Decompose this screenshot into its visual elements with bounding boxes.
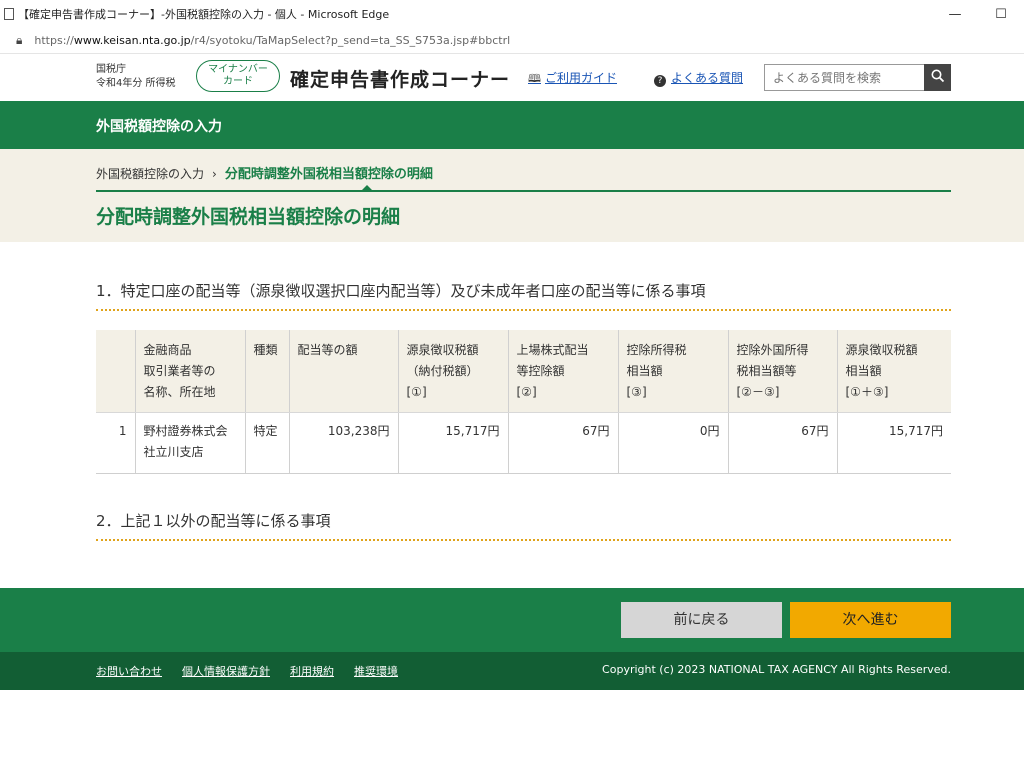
footer-link-contact[interactable]: お問い合わせ [96,665,162,678]
table-row: 1 野村證券株式会 社立川支店 特定 103,238円 15,717円 67円 0… [96,412,951,474]
breadcrumb: 外国税額控除の入力 › 分配時調整外国税相当額控除の明細 [96,163,433,182]
institution-name: 野村證券株式会 社立川支店 [134,412,245,474]
copyright: Copyright (c) 2023 NATIONAL TAX AGENCY A… [602,663,951,676]
header-income-tax-equiv: 控除所得税 相当額 [③] [617,330,728,413]
header-listed-deduction: 上場株式配当 等控除額 [②] [507,330,618,413]
breadcrumb-divider [96,190,951,192]
header-dividend: 配当等の額 [288,330,398,413]
table-header-row: 金融商品 取引業者等の 名称、所在地 種類 配当等の額 源泉徴収税額 （納付税額） [①… [96,330,951,413]
foreign-tax-equiv-amount: 67円 [727,412,837,474]
header-no [96,330,135,413]
address-bar[interactable]: 🔒︎ https://www.keisan.nta.go.jp/r4/syoto… [0,28,1024,54]
section-bar: 外国税額控除の入力 [0,101,1024,149]
faq-link[interactable]: ? よくある質問 [654,69,743,87]
book-icon: 🕮︎ [528,72,541,85]
account-type: 特定 [244,412,289,474]
header-foreign-tax-equiv: 控除外国所得 税相当額等 [②－③] [727,330,837,413]
back-button[interactable]: 前に戻る [621,602,782,638]
withholding-amount: 15,717円 [397,412,508,474]
dividend-amount: 103,238円 [288,412,398,474]
income-tax-equiv-amount: 0円 [617,412,728,474]
question-icon: ? [654,75,666,87]
footer-link-privacy[interactable]: 個人情報保護方針 [182,665,270,678]
nav-footer: 前に戻る 次へ進む [0,588,1024,652]
header-type: 種類 [244,330,289,413]
dividend-detail-table: 金融商品 取引業者等の 名称、所在地 種類 配当等の額 源泉徴収税額 （納付税額） [①… [96,330,951,474]
faq-search-input[interactable] [764,64,924,91]
guide-link[interactable]: 🕮︎ ご利用ガイド [528,69,617,89]
page-title: 分配時調整外国税相当額控除の明細 [96,206,401,228]
mynumber-card-badge: マイナンバー カード [196,60,280,92]
window-titlebar: 【確定申告書作成コーナー】-外国税額控除の入力 - 個人 - Microsoft… [0,0,1024,28]
breadcrumb-separator: › [212,167,217,181]
section-bar-label: 外国税額控除の入力 [96,119,222,135]
title-area: 外国税額控除の入力 › 分配時調整外国税相当額控除の明細 分配時調整外国税相当額控除… [0,149,1024,242]
footer-link-terms[interactable]: 利用規約 [290,665,334,678]
site-header: 国税庁 令和4年分 所得税 マイナンバー カード 確定申告書作成コーナー 🕮︎ ご… [0,55,1024,101]
section-2-heading: 2．上記１以外の配当等に係る事項 [96,510,951,541]
site-footer: お問い合わせ 個人情報保護方針 利用規約 推奨環境 Copyright (c) 202… [0,652,1024,690]
minimize-button[interactable]: — [932,7,978,22]
withholding-equiv-amount: 15,717円 [836,412,951,474]
maximize-button[interactable]: ☐ [978,7,1024,22]
header-withholding: 源泉徴収税額 （納付税額） [①] [397,330,508,413]
page-icon [4,8,14,20]
breadcrumb-current: 分配時調整外国税相当額控除の明細 [224,167,433,182]
breadcrumb-parent: 外国税額控除の入力 [96,167,205,181]
agency-label: 国税庁 令和4年分 所得税 [96,64,176,89]
listed-deduction-amount: 67円 [507,412,618,474]
footer-link-environment[interactable]: 推奨環境 [354,665,398,678]
section-1-heading: 1．特定口座の配当等（源泉徴収選択口座内配当等）及び未成年者口座の配当等に係る事… [96,280,951,311]
next-button[interactable]: 次へ進む [790,602,951,638]
window-title: 【確定申告書作成コーナー】-外国税額控除の入力 - 個人 - Microsoft… [18,8,390,21]
url-text[interactable]: https://www.keisan.nta.go.jp/r4/syotoku/… [34,34,510,47]
site-title[interactable]: 確定申告書作成コーナー [290,65,510,92]
header-withholding-equiv: 源泉徴収税額 相当額 [①＋③] [836,330,951,413]
lock-icon: 🔒︎ [16,33,23,47]
row-number: 1 [96,412,135,474]
search-icon [931,69,944,83]
header-institution: 金融商品 取引業者等の 名称、所在地 [134,330,245,413]
search-button[interactable] [924,64,951,91]
footer-links: お問い合わせ 個人情報保護方針 利用規約 推奨環境 [96,663,418,679]
